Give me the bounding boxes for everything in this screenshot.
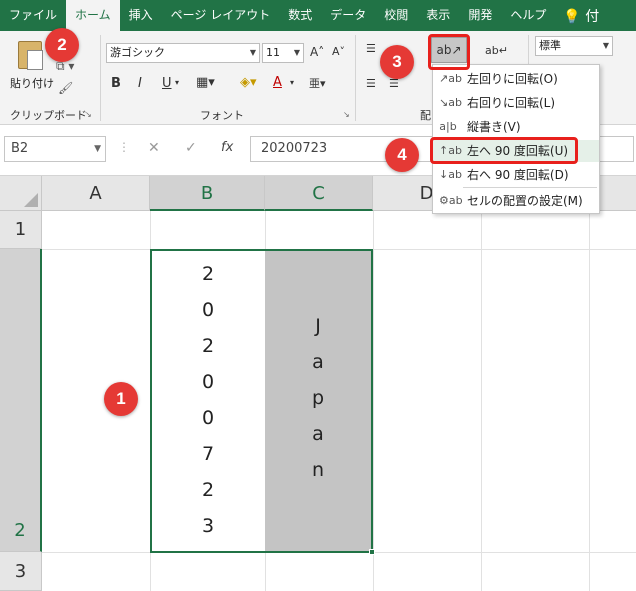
clipboard-launcher-icon[interactable]: ↘ (85, 110, 92, 119)
font-name-combo[interactable]: 游ゴシック ▼ (106, 43, 260, 63)
clipboard-group-label: クリップボード (10, 109, 87, 122)
font-launcher-icon[interactable]: ↘ (343, 110, 350, 119)
tab-page-layout[interactable]: ページ レイアウト (162, 0, 280, 31)
italic-button[interactable]: I (138, 76, 142, 91)
step-badge-3: 3 (380, 45, 414, 79)
name-box[interactable]: B2 ▼ (4, 136, 106, 162)
menu-item-vertical-text[interactable]: a|b 縦書き(V) (433, 116, 599, 138)
chevron-down-icon[interactable]: ▾ (175, 78, 179, 87)
shrink-font-button[interactable]: A˅ (332, 45, 345, 58)
menu-item-label: 右回りに回転(L) (467, 96, 556, 110)
tab-help[interactable]: ヘルプ (501, 0, 555, 31)
tab-home[interactable]: ホーム (66, 0, 120, 31)
menu-item-format-cell-alignment[interactable]: ⚙ab セルの配置の設定(M) (433, 190, 599, 212)
tab-view[interactable]: 表示 (417, 0, 459, 31)
align-top-icon[interactable]: ☰ (366, 42, 376, 55)
column-header-c[interactable]: C (265, 176, 373, 211)
gridline (373, 211, 374, 591)
step-badge-4: 4 (385, 138, 419, 172)
borders-icon[interactable]: ▦▾ (196, 75, 215, 90)
vertical-text-icon: a|b (439, 120, 457, 133)
paste-label: 貼り付け (10, 77, 54, 90)
align-left-icon[interactable]: ☰ (366, 77, 376, 90)
ribbon-tab-bar: ファイル ホーム 挿入 ページ レイアウト 数式 データ 校閲 表示 開発 ヘル… (0, 0, 636, 31)
chevron-down-icon[interactable]: ▾ (290, 78, 294, 87)
menu-item-label: 左回りに回転(O) (467, 72, 558, 86)
menu-item-rotate-counterclockwise[interactable]: ↗ab 左回りに回転(O) (433, 68, 599, 90)
fill-handle[interactable] (369, 549, 375, 555)
highlight-rotate-up-item (430, 137, 578, 164)
format-painter-icon[interactable]: 🖌 (58, 81, 73, 95)
bold-button[interactable]: B (111, 76, 121, 91)
tab-file[interactable]: ファイル (0, 0, 66, 31)
menu-separator (463, 187, 597, 188)
chevron-down-icon: ▼ (602, 41, 609, 50)
tab-data[interactable]: データ (321, 0, 375, 31)
phonetic-guide-icon[interactable]: 亜▾ (309, 75, 326, 91)
menu-item-rotate-clockwise[interactable]: ↘ab 右回りに回転(L) (433, 92, 599, 114)
column-header-b[interactable]: B (150, 176, 265, 211)
insert-function-icon[interactable]: fx (221, 140, 233, 155)
font-group-label: フォント (200, 109, 244, 122)
row-header-1[interactable]: 1 (0, 211, 42, 249)
tell-me-lightbulb-icon[interactable]: 💡 付 (555, 6, 607, 26)
enter-icon[interactable]: ✓ (185, 140, 197, 156)
alignment-group-label: 配 (420, 109, 431, 122)
paste-button[interactable]: 貼り付け (8, 35, 54, 101)
number-format-value: 標準 (539, 39, 561, 52)
menu-item-label: 縦書き(V) (467, 120, 521, 134)
angle-clockwise-icon: ↘ab (439, 96, 462, 109)
chevron-down-icon: ▼ (249, 48, 256, 57)
name-box-value: B2 (11, 141, 29, 156)
cancel-icon[interactable]: ✕ (148, 140, 160, 156)
fill-color-icon[interactable]: ◈▾ (240, 75, 257, 90)
selection-border (150, 249, 373, 553)
font-color-button[interactable]: A (273, 75, 282, 90)
tab-formulas[interactable]: 数式 (279, 0, 321, 31)
grow-font-button[interactable]: A˄ (310, 45, 324, 59)
row-header-3[interactable]: 3 (0, 552, 42, 591)
chevron-down-icon: ▼ (293, 48, 300, 57)
group-divider (100, 35, 101, 121)
font-name-value: 游ゴシック (110, 46, 165, 59)
menu-item-label: セルの配置の設定(M) (467, 194, 583, 208)
select-all-corner[interactable] (0, 176, 42, 211)
step-badge-2: 2 (45, 28, 79, 62)
clipboard-icon (18, 41, 43, 70)
tab-developer[interactable]: 開発 (459, 0, 501, 31)
format-alignment-icon: ⚙ab (439, 194, 463, 207)
rotate-text-down-icon: ↓ab (439, 168, 462, 181)
angle-counterclockwise-icon: ↗ab (439, 72, 462, 85)
underline-button[interactable]: U (162, 76, 172, 91)
chevron-down-icon: ▼ (94, 144, 101, 154)
more-icon: ⋮ (118, 140, 130, 154)
number-format-combo[interactable]: 標準 ▼ (535, 36, 613, 56)
step-badge-1: 1 (104, 382, 138, 416)
gridline (481, 211, 482, 591)
menu-item-label: 右へ 90 度回転(D) (467, 168, 569, 182)
highlight-orientation-button (428, 34, 470, 70)
column-header-a[interactable]: A (42, 176, 150, 211)
font-size-value: 11 (266, 46, 280, 59)
tab-insert[interactable]: 挿入 (120, 0, 162, 31)
row-header-2[interactable]: 2 (0, 249, 42, 552)
font-size-combo[interactable]: 11 ▼ (262, 43, 304, 63)
gridline (589, 211, 590, 591)
wrap-text-icon[interactable]: ab↵ (485, 44, 508, 57)
tab-review[interactable]: 校閲 (375, 0, 417, 31)
menu-item-rotate-text-down[interactable]: ↓ab 右へ 90 度回転(D) (433, 164, 599, 186)
group-divider (355, 35, 356, 121)
